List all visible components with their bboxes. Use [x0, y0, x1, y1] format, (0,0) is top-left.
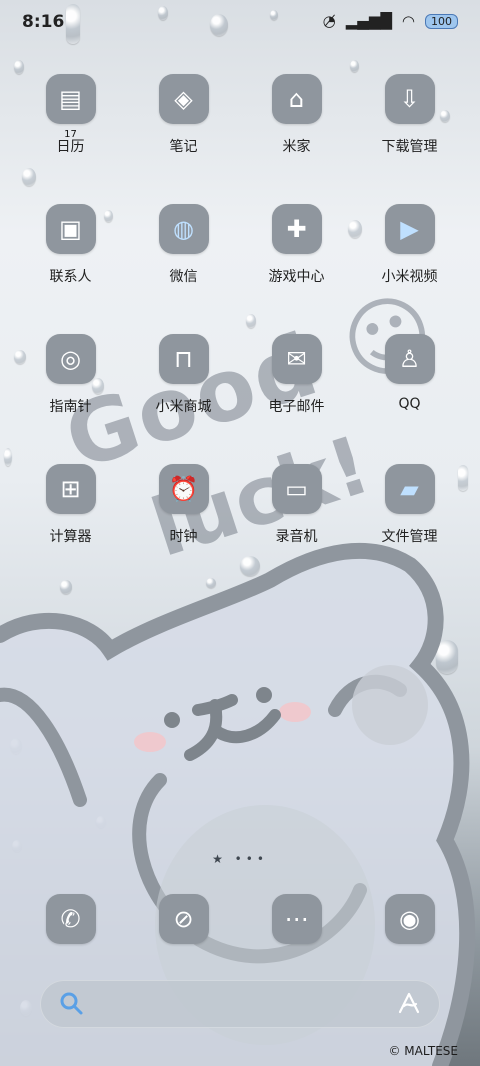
app-contacts[interactable]: ▣ 联系人: [14, 200, 127, 286]
mail-icon: ✉: [271, 334, 322, 384]
dock-messages[interactable]: ⋯: [240, 890, 353, 944]
download-icon: ⇩: [384, 74, 435, 124]
camera-icon: ◉: [384, 894, 435, 944]
calendar-date: 17: [64, 129, 77, 140]
app-qq[interactable]: ♙ QQ: [353, 330, 466, 412]
gamepad-icon: ✚: [271, 204, 322, 254]
app-clock[interactable]: ⏰ 时钟: [127, 460, 240, 546]
clock-icon: ⏰: [158, 464, 209, 514]
app-label: 指南针: [49, 399, 92, 415]
app-label: 录音机: [275, 529, 318, 545]
app-mi-store[interactable]: ⊓ 小米商城: [127, 330, 240, 416]
phone-icon: ✆: [45, 894, 96, 944]
app-file-manager[interactable]: ▰ 文件管理: [353, 460, 466, 546]
dock-phone[interactable]: ✆: [14, 890, 127, 944]
dock-browser[interactable]: ⊘: [127, 890, 240, 944]
app-label: 联系人: [49, 269, 92, 285]
app-calculator[interactable]: ⊞ 计算器: [14, 460, 127, 546]
battery-level: 100: [431, 14, 452, 28]
app-label: 米家: [282, 139, 311, 155]
app-label: 小米视频: [381, 269, 438, 285]
calendar-icon: ▤ 17: [45, 74, 96, 140]
app-email[interactable]: ✉ 电子邮件: [240, 330, 353, 416]
wifi-icon: ◠: [401, 12, 415, 30]
tag-icon: ◈: [158, 74, 209, 124]
contacts-icon: ▣: [45, 204, 96, 254]
wechat-icon: ◍: [158, 204, 209, 254]
copyright-text: © MALTESE: [388, 1044, 458, 1058]
app-mijia[interactable]: ⌂ 米家: [240, 70, 353, 156]
app-wechat[interactable]: ◍ 微信: [127, 200, 240, 286]
app-calendar[interactable]: ▤ 17 日历: [14, 70, 127, 156]
signal-icon: ▂▄▆█: [345, 12, 392, 30]
app-compass[interactable]: ◎ 指南针: [14, 330, 127, 416]
app-notes[interactable]: ◈ 笔记: [127, 70, 240, 156]
recorder-icon: ▭: [271, 464, 322, 514]
battery-icon: 100: [425, 13, 458, 29]
assistant-icon[interactable]: [396, 990, 422, 1016]
compass-icon: ◎: [45, 334, 96, 384]
page-indicator: ★ •••: [212, 852, 268, 866]
message-icon: ⋯: [271, 894, 322, 944]
app-label: 电子邮件: [268, 399, 325, 415]
app-label: 微信: [169, 269, 198, 285]
app-label: 小米商城: [155, 399, 212, 415]
status-time: 8:16: [22, 12, 65, 32]
play-icon: ▶: [384, 204, 435, 254]
search-bar[interactable]: [40, 980, 440, 1028]
dock-camera[interactable]: ◉: [353, 890, 466, 944]
app-game-center[interactable]: ✚ 游戏中心: [240, 200, 353, 286]
do-not-disturb-icon: ◔̸: [322, 12, 336, 30]
home-automation-icon: ⌂: [271, 74, 322, 124]
status-bar: 8:16 ◔̸ ▂▄▆█ ◠ 100: [0, 0, 480, 44]
app-label: 笔记: [169, 139, 198, 155]
app-label: 文件管理: [381, 529, 438, 545]
app-downloads[interactable]: ⇩ 下载管理: [353, 70, 466, 156]
app-label: 游戏中心: [268, 269, 325, 285]
app-label: 时钟: [169, 529, 198, 545]
app-recorder[interactable]: ▭ 录音机: [240, 460, 353, 546]
calculator-icon: ⊞: [45, 464, 96, 514]
search-icon: [60, 992, 83, 1015]
cart-icon: ⊓: [158, 334, 209, 384]
app-label: 下载管理: [381, 139, 438, 155]
app-mi-video[interactable]: ▶ 小米视频: [353, 200, 466, 286]
qq-penguin-icon: ♙: [384, 334, 435, 384]
app-label: 计算器: [49, 529, 92, 545]
app-label: QQ: [398, 396, 421, 412]
folder-icon: ▰: [384, 464, 435, 514]
browser-icon: ⊘: [158, 894, 209, 944]
